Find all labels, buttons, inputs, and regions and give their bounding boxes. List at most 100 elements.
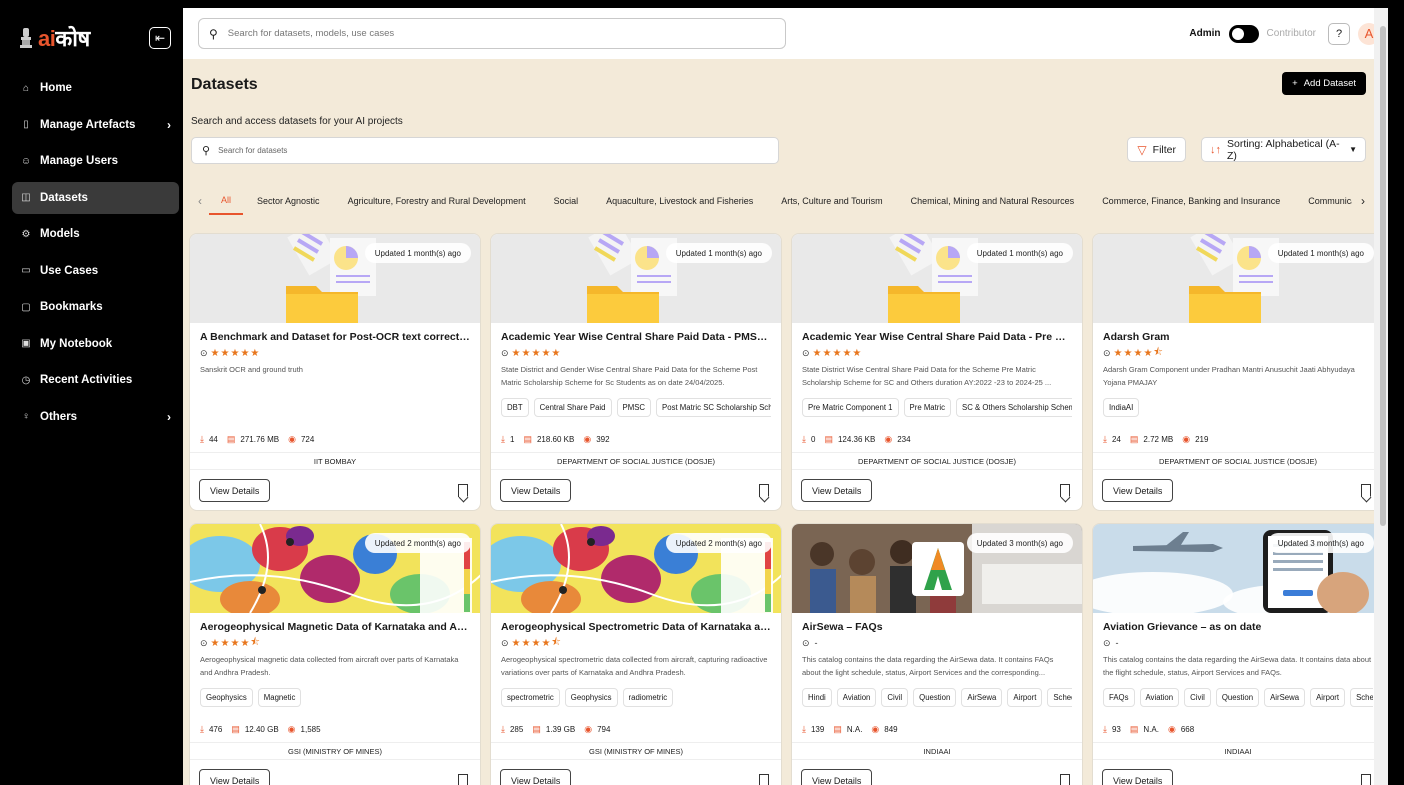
tag[interactable]: AirSewa xyxy=(1264,688,1306,707)
tab-chemical-mining-and-natural-resources[interactable]: Chemical, Mining and Natural Resources xyxy=(897,187,1089,215)
tag[interactable]: FAQs xyxy=(1103,688,1135,707)
dataset-card[interactable]: Updated 1 month(s) ago Academic Year Wise… xyxy=(791,233,1083,511)
view-details-button[interactable]: View Details xyxy=(1102,479,1174,502)
view-details-button[interactable]: View Details xyxy=(199,479,271,502)
bookmark-icon[interactable] xyxy=(1060,484,1070,497)
tag[interactable]: AirSewa xyxy=(961,688,1003,707)
tag[interactable]: Magnetic xyxy=(257,688,302,707)
sidebar-item-label: Models xyxy=(40,228,80,240)
help-icon[interactable]: ? xyxy=(1328,22,1350,45)
dataset-card[interactable]: Updated 1 month(s) ago A Benchmark and Da… xyxy=(189,233,481,511)
downloads-stat: ⤓ 0 xyxy=(802,434,815,445)
card-title[interactable]: Aerogeophysical Magnetic Data of Karnata… xyxy=(200,621,470,633)
tag[interactable]: Post Matric SC Scholarship Schem xyxy=(656,398,771,417)
file-size-icon: ▤ xyxy=(231,724,240,734)
tab-sector-agnostic[interactable]: Sector Agnostic xyxy=(243,187,334,215)
tag[interactable]: Civil xyxy=(1184,688,1211,707)
tab-commerce-finance-banking-and-insurance[interactable]: Commerce, Finance, Banking and Insurance xyxy=(1088,187,1294,215)
card-title[interactable]: A Benchmark and Dataset for Post-OCR tex… xyxy=(200,331,470,343)
tag[interactable]: Hindi xyxy=(802,688,832,707)
dataset-card[interactable]: Updated 2 month(s) ago Aerogeophysical Sp… xyxy=(490,523,782,785)
tag[interactable]: Question xyxy=(913,688,957,707)
file-size-icon: ▤ xyxy=(523,434,532,444)
dataset-card[interactable]: Updated 2 month(s) ago Aerogeophysical Ma… xyxy=(189,523,481,785)
tag[interactable]: Airport xyxy=(1007,688,1043,707)
sidebar-item-home[interactable]: ⌂ Home xyxy=(12,72,179,104)
tab-aquaculture-livestock-and-fisheries[interactable]: Aquaculture, Livestock and Fisheries xyxy=(592,187,767,215)
tag[interactable]: Civil xyxy=(881,688,909,707)
tag[interactable]: PMSC xyxy=(616,398,652,417)
tag[interactable]: Geophysics xyxy=(564,688,618,707)
sidebar-item-manage-users[interactable]: ☺ Manage Users xyxy=(12,145,179,177)
card-title[interactable]: Aerogeophysical Spectrometric Data of Ka… xyxy=(501,621,771,633)
view-details-button[interactable]: View Details xyxy=(801,769,873,785)
bookmark-icon[interactable] xyxy=(458,774,468,785)
global-search-input[interactable]: ⚲ Search for datasets, models, use cases xyxy=(198,18,786,49)
tab-all[interactable]: All xyxy=(209,187,244,215)
tag[interactable]: radiometric xyxy=(622,688,674,707)
tag[interactable]: spectrometric xyxy=(501,688,560,707)
sidebar-item-my-notebook[interactable]: ▣ My Notebook xyxy=(12,328,179,360)
card-title[interactable]: Academic Year Wise Central Share Paid Da… xyxy=(501,331,771,343)
notebook-icon: ▣ xyxy=(21,338,31,349)
bookmark-icon[interactable] xyxy=(1361,484,1371,497)
dataset-card[interactable]: Updated 3 month(s) ago AirSewa – FAQs ⊙ - Th… xyxy=(791,523,1083,785)
tag[interactable]: Pre Matric Component 1 xyxy=(802,398,899,417)
sidebar-item-datasets[interactable]: ◫ Datasets xyxy=(12,181,179,214)
view-details-button[interactable]: View Details xyxy=(199,769,271,785)
logo-kosh: कोष xyxy=(55,26,90,51)
bookmark-icon[interactable] xyxy=(1361,774,1371,785)
logo[interactable]: aiकोष xyxy=(20,23,90,53)
tag[interactable]: Central Share Paid xyxy=(533,398,612,417)
dataset-search-input[interactable]: ⚲ Search for datasets xyxy=(191,137,779,164)
role-toggle[interactable] xyxy=(1228,24,1259,43)
tag[interactable]: Aviation xyxy=(1139,688,1180,707)
size-stat: ▤ N.A. xyxy=(833,724,862,735)
card-title[interactable]: Adarsh Gram xyxy=(1103,331,1373,343)
clock-icon: ◷ xyxy=(21,374,31,386)
bookmark-icon[interactable] xyxy=(458,484,468,497)
tag[interactable]: Question xyxy=(1215,688,1260,707)
collapse-sidebar-button[interactable]: ⇤ xyxy=(149,27,171,49)
sidebar-item-label: Bookmarks xyxy=(40,301,103,313)
tabs-scroll-right-icon[interactable]: › xyxy=(1352,187,1374,215)
filter-button[interactable]: ▽ Filter xyxy=(1127,137,1186,162)
view-details-button[interactable]: View Details xyxy=(500,769,572,785)
card-description: Adarsh Gram Component under Pradhan Mant… xyxy=(1103,365,1355,387)
scrollbar-thumb[interactable] xyxy=(1380,26,1386,526)
sidebar-item-models[interactable]: ⚙ Models xyxy=(12,218,179,250)
tag[interactable]: SC & Others Scholarship Scheme xyxy=(956,398,1072,417)
sidebar-item-recent-activities[interactable]: ◷ Recent Activities xyxy=(12,364,179,396)
scrollbar[interactable] xyxy=(1374,8,1388,785)
sidebar-item-bookmarks[interactable]: ▢ Bookmarks xyxy=(12,291,179,323)
bookmark-icon[interactable] xyxy=(1060,774,1070,785)
view-details-button[interactable]: View Details xyxy=(801,479,873,502)
view-details-button[interactable]: View Details xyxy=(500,479,572,502)
sidebar-item-manage-artefacts[interactable]: ▯ Manage Artefacts › xyxy=(12,109,179,141)
bookmark-icon[interactable] xyxy=(759,774,769,785)
tag[interactable]: DBT xyxy=(501,398,529,417)
card-title[interactable]: Aviation Grievance – as on date xyxy=(1103,621,1373,633)
tag[interactable]: Schedule xyxy=(1350,688,1373,707)
bookmark-icon[interactable] xyxy=(759,484,769,497)
sidebar-item-use-cases[interactable]: ▭ Use Cases xyxy=(12,255,179,287)
tag[interactable]: Schedule xyxy=(1047,688,1072,707)
sort-dropdown[interactable]: ↓↑ Sorting: Alphabetical (A-Z) ▼ xyxy=(1201,137,1366,162)
tab-arts-culture-and-tourism[interactable]: Arts, Culture and Tourism xyxy=(767,187,896,215)
dataset-card[interactable]: Updated 1 month(s) ago Adarsh Gram ⊙ ★ ★ ★ ★ ⯪ A… xyxy=(1092,233,1384,511)
card-title[interactable]: Academic Year Wise Central Share Paid Da… xyxy=(802,331,1072,343)
tag[interactable]: IndiaAI xyxy=(1103,398,1140,417)
tabs-scroll-left-icon[interactable]: ‹ xyxy=(191,194,209,208)
add-dataset-button[interactable]: + Add Dataset xyxy=(1282,72,1366,95)
tag[interactable]: Airport xyxy=(1310,688,1346,707)
view-details-button[interactable]: View Details xyxy=(1102,769,1174,785)
tag[interactable]: Aviation xyxy=(836,688,877,707)
dataset-card[interactable]: Updated 1 month(s) ago Academic Year Wise… xyxy=(490,233,782,511)
tab-agriculture-forestry-and-rural-development[interactable]: Agriculture, Forestry and Rural Developm… xyxy=(334,187,540,215)
card-title[interactable]: AirSewa – FAQs xyxy=(802,621,1072,633)
sidebar-item-others[interactable]: ♀ Others › xyxy=(12,401,179,433)
tag[interactable]: Geophysics xyxy=(200,688,253,707)
tag[interactable]: Pre Matric xyxy=(903,398,952,417)
dataset-card[interactable]: Updated 3 month(s) ago Aviation Grievance… xyxy=(1092,523,1384,785)
tab-social[interactable]: Social xyxy=(540,187,593,215)
